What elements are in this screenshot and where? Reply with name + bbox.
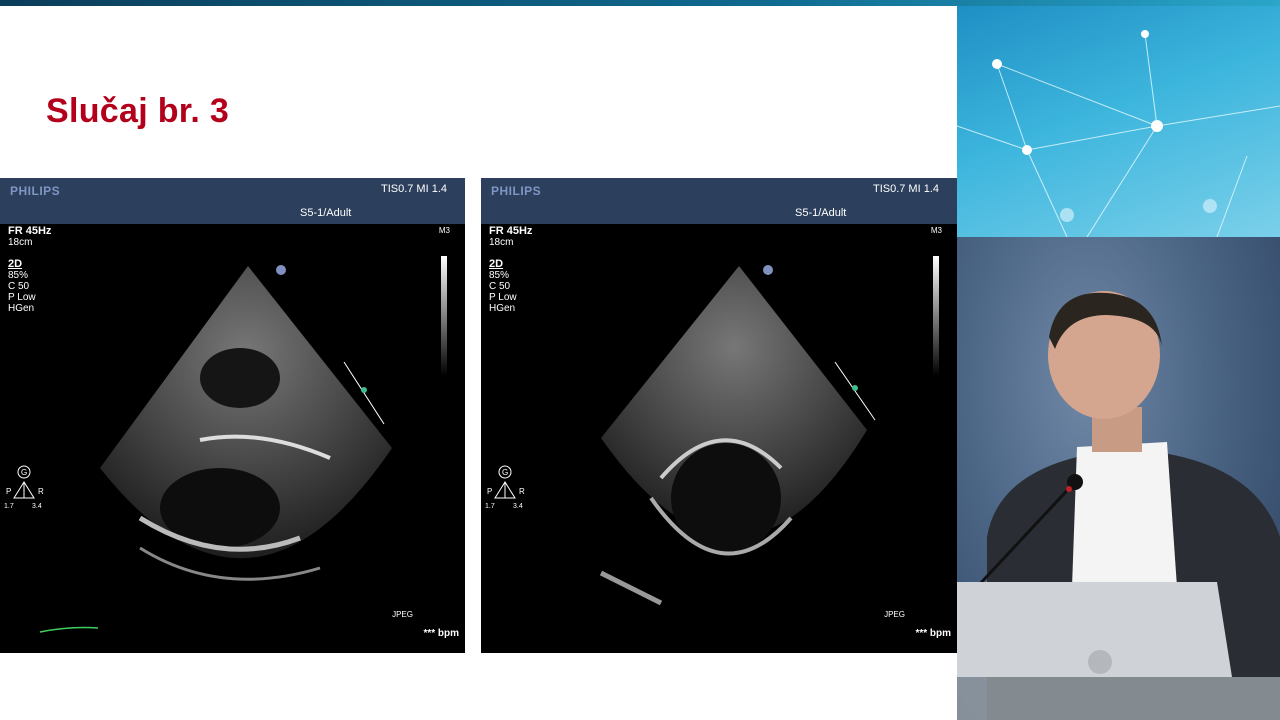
slide-title: Slučaj br. 3 xyxy=(46,92,230,130)
jpeg-label: JPEG xyxy=(884,610,905,619)
ultrasound-panel-right: PHILIPS TIS0.7 MI 1.4 S5-1/Adult FR 45Hz… xyxy=(481,178,957,653)
jpeg-label: JPEG xyxy=(392,610,413,619)
heart-rate-readout: *** bpm xyxy=(915,628,951,639)
svg-text:G: G xyxy=(502,468,508,477)
svg-text:1.7: 1.7 xyxy=(4,503,14,510)
network-banner-image xyxy=(957,6,1280,237)
svg-text:P: P xyxy=(487,487,492,496)
acquisition-settings: FR 45Hz 18cm 2D 85% C 50 P Low HGen xyxy=(8,225,52,315)
philips-brand: PHILIPS xyxy=(10,184,61,198)
ultrasound-header-bar: PHILIPS TIS0.7 MI 1.4 S5-1/Adult xyxy=(0,178,465,224)
orientation-marker: G P R 1.7 3.4 xyxy=(4,464,48,512)
acquisition-settings: FR 45Hz 18cm 2D 85% C 50 P Low HGen xyxy=(489,225,533,315)
svg-text:G: G xyxy=(21,468,27,477)
philips-brand: PHILIPS xyxy=(491,184,542,198)
speaker-video-feed xyxy=(957,237,1280,720)
heart-rate-readout: *** bpm xyxy=(423,628,459,639)
svg-text:1.7: 1.7 xyxy=(485,503,495,510)
svg-text:3.4: 3.4 xyxy=(32,503,42,510)
map-label: M3 xyxy=(930,226,942,235)
map-label: M3 xyxy=(438,226,450,235)
grayscale-bar xyxy=(933,256,939,376)
ultrasound-sector-image xyxy=(599,265,876,606)
probe-label: S5-1/Adult xyxy=(795,207,847,219)
grayscale-bar xyxy=(441,256,447,376)
probe-label: S5-1/Adult xyxy=(300,207,352,219)
tis-mi-readout: TIS0.7 MI 1.4 xyxy=(380,183,447,195)
ultrasound-panel-left: PHILIPS TIS0.7 MI 1.4 S5-1/Adult FR 45Hz… xyxy=(0,178,465,653)
ultrasound-sector-image xyxy=(39,265,392,633)
ultrasound-header-bar: PHILIPS TIS0.7 MI 1.4 S5-1/Adult xyxy=(481,178,957,224)
svg-text:R: R xyxy=(519,487,525,496)
svg-text:R: R xyxy=(38,487,44,496)
tis-mi-readout: TIS0.7 MI 1.4 xyxy=(872,183,939,195)
svg-text:P: P xyxy=(6,487,11,496)
orientation-marker: G P R 1.7 3.4 xyxy=(485,464,529,512)
svg-text:3.4: 3.4 xyxy=(513,503,523,510)
